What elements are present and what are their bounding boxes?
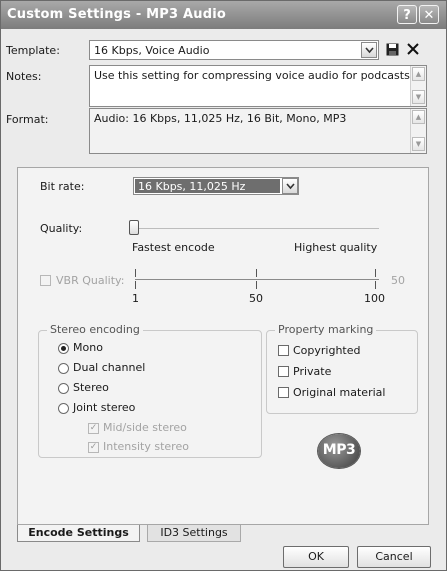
radio-mono[interactable]	[58, 343, 69, 354]
radio-joint-stereo-label: Joint stereo	[73, 401, 136, 414]
template-value: 16 Kbps, Voice Audio	[94, 44, 210, 57]
custom-settings-dialog: Custom Settings - MP3 Audio ? ✕ Template…	[0, 0, 447, 571]
scroll-down-icon[interactable]: ▼	[412, 137, 425, 151]
quality-label: Quality:	[40, 222, 83, 235]
copyrighted-label: Copyrighted	[293, 344, 361, 357]
tab-encode-settings[interactable]: Encode Settings	[17, 525, 140, 542]
scroll-down-icon[interactable]: ▼	[412, 90, 425, 104]
mp3-logo: MP3	[318, 434, 360, 468]
quality-slider-track[interactable]	[135, 228, 379, 229]
format-readonly-box: Audio: 16 Kbps, 11,025 Hz, 16 Bit, Mono,…	[89, 108, 427, 154]
stereo-encoding-group: Stereo encoding Mono Dual channel Stereo…	[38, 323, 262, 458]
vbr-value: 50	[391, 274, 405, 287]
bitrate-value: 16 Kbps, 11,025 Hz	[138, 180, 246, 193]
radio-joint-stereo[interactable]	[58, 403, 69, 414]
quality-slider-thumb[interactable]	[129, 220, 139, 235]
radio-stereo-label: Stereo	[73, 381, 109, 394]
help-button[interactable]: ?	[397, 5, 417, 24]
notes-label: Notes:	[6, 70, 42, 83]
vbr-tick	[375, 281, 376, 289]
window-title: Custom Settings - MP3 Audio	[7, 7, 227, 22]
radio-mono-label: Mono	[73, 341, 103, 354]
copyrighted-checkbox[interactable]	[278, 345, 289, 356]
format-label: Format:	[6, 113, 49, 126]
original-material-label: Original material	[293, 386, 386, 399]
mid-side-stereo-label: Mid/side stereo	[103, 421, 187, 434]
title-bar: Custom Settings - MP3 Audio ? ✕	[1, 1, 446, 29]
scroll-up-icon[interactable]: ▲	[412, 110, 425, 124]
radio-dual-channel-label: Dual channel	[73, 361, 146, 374]
settings-tabs: Encode Settings ID3 Settings	[17, 525, 429, 543]
vbr-tick	[135, 269, 136, 277]
bitrate-dropdown[interactable]: 16 Kbps, 11,025 Hz	[133, 177, 299, 195]
notes-textarea[interactable]: Use this setting for compressing voice a…	[89, 65, 427, 107]
format-scrollbar[interactable]: ▲ ▼	[410, 109, 426, 153]
scroll-up-icon[interactable]: ▲	[412, 67, 425, 81]
property-marking-group: Property marking Copyrighted Private Ori…	[266, 323, 418, 414]
radio-dual-channel[interactable]	[58, 363, 69, 374]
encode-settings-panel: Bit rate: 16 Kbps, 11,025 Hz Quality: Fa…	[17, 167, 429, 525]
bitrate-label: Bit rate:	[40, 180, 85, 193]
notes-scrollbar[interactable]: ▲ ▼	[410, 66, 426, 106]
template-label: Template:	[6, 44, 60, 57]
private-checkbox[interactable]	[278, 366, 289, 377]
delete-x-icon[interactable]	[406, 42, 420, 56]
vbr-slider-track[interactable]	[135, 279, 379, 280]
ok-button[interactable]: OK	[283, 546, 349, 568]
vbr-quality-checkbox[interactable]	[40, 275, 51, 286]
vbr-quality-label: VBR Quality:	[56, 274, 125, 287]
mp3-logo-text: MP3	[322, 442, 356, 458]
vbr-tick-label: 1	[132, 292, 139, 305]
tab-id3-settings[interactable]: ID3 Settings	[147, 525, 241, 542]
vbr-tick	[256, 269, 257, 277]
template-dropdown-chevron-icon[interactable]	[361, 42, 377, 58]
mid-side-stereo-checkbox[interactable]: ✓	[88, 423, 99, 434]
original-material-checkbox[interactable]	[278, 387, 289, 398]
vbr-tick	[135, 281, 136, 289]
vbr-tick	[256, 281, 257, 289]
notes-value: Use this setting for compressing voice a…	[94, 69, 414, 82]
cancel-button[interactable]: Cancel	[357, 546, 431, 568]
vbr-tick-label: 50	[249, 292, 263, 305]
bitrate-chevron-icon[interactable]	[282, 178, 298, 194]
property-marking-caption: Property marking	[275, 323, 377, 336]
quality-min-label: Fastest encode	[132, 241, 215, 254]
intensity-stereo-label: Intensity stereo	[103, 440, 189, 453]
vbr-tick-label: 100	[364, 292, 385, 305]
radio-stereo[interactable]	[58, 383, 69, 394]
intensity-stereo-checkbox[interactable]: ✓	[88, 442, 99, 453]
format-value: Audio: 16 Kbps, 11,025 Hz, 16 Bit, Mono,…	[94, 112, 347, 125]
vbr-tick	[375, 269, 376, 277]
stereo-encoding-caption: Stereo encoding	[47, 323, 143, 336]
private-label: Private	[293, 365, 332, 378]
close-button[interactable]: ✕	[419, 5, 439, 24]
quality-max-label: Highest quality	[294, 241, 378, 254]
floppy-disk-icon[interactable]	[386, 43, 399, 56]
template-dropdown[interactable]: 16 Kbps, Voice Audio	[89, 40, 379, 60]
